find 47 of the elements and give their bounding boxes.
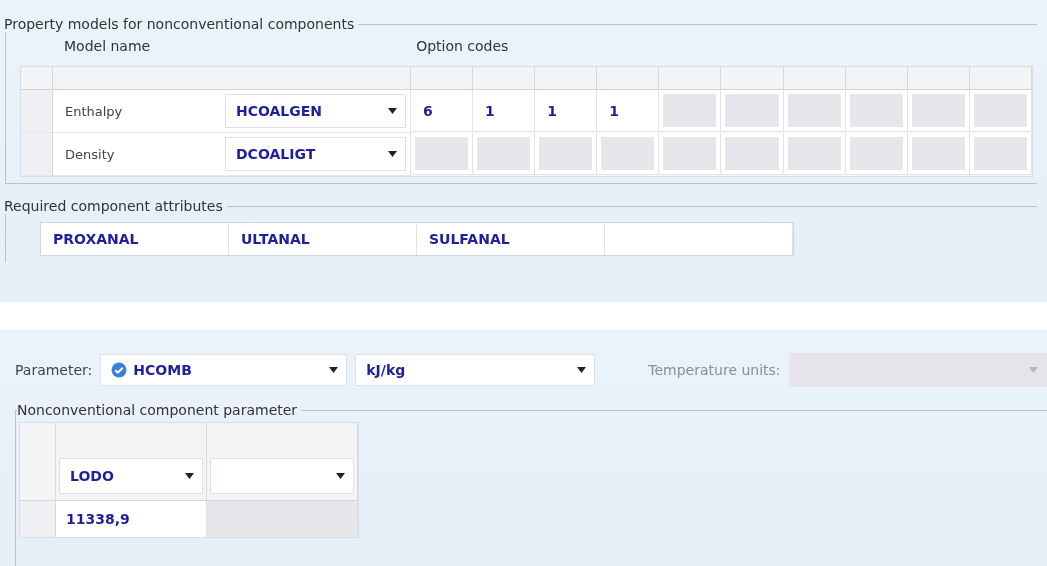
row-label: Density xyxy=(65,146,116,162)
row-header[interactable] xyxy=(21,90,53,133)
group-title: Property models for nonconventional components xyxy=(4,16,356,32)
option-code-cell[interactable] xyxy=(849,137,903,170)
temperature-units-label: Temperature units: xyxy=(648,362,781,378)
attribute-cell: ULTANAL xyxy=(229,223,417,255)
component-dropdown[interactable] xyxy=(210,458,354,494)
caret-icon xyxy=(1029,367,1038,373)
caret-icon xyxy=(388,108,397,114)
caret-icon xyxy=(388,151,397,157)
group-title: Required component attributes xyxy=(4,198,224,214)
component-dropdown[interactable]: LODO xyxy=(59,458,203,494)
group-title: Nonconventional component parameter xyxy=(17,402,299,418)
caret-icon xyxy=(329,367,339,373)
row-header[interactable] xyxy=(20,501,56,537)
option-code-cell[interactable] xyxy=(911,94,965,127)
option-code-cell[interactable] xyxy=(539,137,593,170)
option-code-cell[interactable] xyxy=(849,94,903,127)
option-code-cell[interactable] xyxy=(477,137,531,170)
model-dropdown[interactable]: DCOALIGT xyxy=(225,137,406,171)
caret-icon xyxy=(185,473,194,479)
attribute-cell: PROXANAL xyxy=(41,223,229,255)
parameter-value-cell[interactable]: 11338,9 xyxy=(56,501,207,537)
column-header: Model name xyxy=(64,38,151,54)
caret-icon xyxy=(336,473,345,479)
caret-icon xyxy=(577,367,587,373)
option-code-cell[interactable] xyxy=(973,137,1027,170)
check-icon xyxy=(111,362,128,378)
parameter-label: Parameter: xyxy=(15,362,93,378)
option-code-cell[interactable] xyxy=(663,137,717,170)
units-dropdown[interactable]: kJ/kg xyxy=(355,354,596,386)
row-label: Enthalpy xyxy=(65,103,124,119)
model-dropdown[interactable]: HCOALGEN xyxy=(225,94,406,128)
option-code-cell[interactable] xyxy=(601,137,655,170)
option-code-cell[interactable] xyxy=(663,94,717,127)
column-header: Option codes xyxy=(416,38,509,54)
parameter-dropdown[interactable]: HCOMB xyxy=(100,354,348,386)
option-code-cell[interactable] xyxy=(973,94,1027,127)
row-header[interactable] xyxy=(21,133,53,176)
option-code-cell[interactable] xyxy=(787,137,841,170)
parameter-value-cell[interactable] xyxy=(207,501,358,537)
option-code-cell[interactable] xyxy=(725,94,779,127)
option-code-cell[interactable] xyxy=(911,137,965,170)
option-code-cell[interactable] xyxy=(787,94,841,127)
option-code-cell[interactable] xyxy=(415,137,469,170)
option-code-cell[interactable] xyxy=(725,137,779,170)
attribute-cell: SULFANAL xyxy=(417,223,605,255)
